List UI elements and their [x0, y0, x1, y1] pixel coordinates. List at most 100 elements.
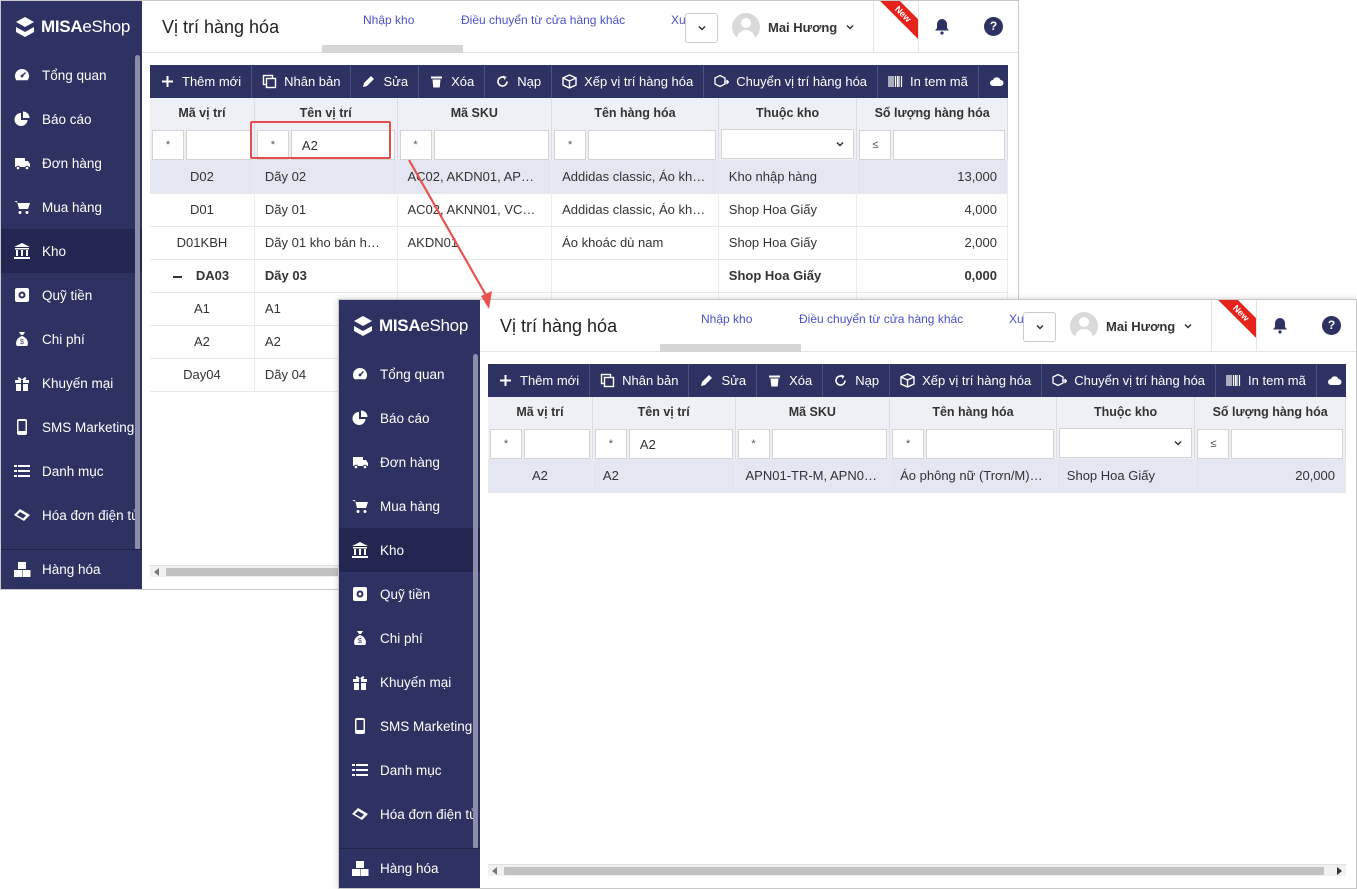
- sidebar-scrollbar[interactable]: [135, 55, 140, 550]
- sidebar-item-5[interactable]: Quỹ tiền: [1, 273, 142, 317]
- user-menu[interactable]: Mai Hương: [732, 13, 855, 41]
- column-header[interactable]: Mã SKU: [735, 397, 891, 427]
- brand-logo[interactable]: MISA eShop: [1, 1, 142, 53]
- toolbar-button-1[interactable]: Nhân bản: [590, 364, 690, 397]
- bell-icon[interactable]: [933, 17, 951, 38]
- toolbar-button-2[interactable]: Sửa: [689, 364, 758, 397]
- sidebar-item-10[interactable]: Hóa đơn điện tử: [339, 792, 480, 836]
- more-tabs-dropdown[interactable]: [1023, 312, 1056, 342]
- toolbar-button-1[interactable]: Nhân bản: [252, 65, 352, 98]
- table-row[interactable]: D01KBH Dãy 01 kho bán hàng AKDN01 Áo kho…: [150, 226, 1008, 260]
- sidebar-scrollbar[interactable]: [473, 354, 478, 849]
- cell-ten-link[interactable]: Dãy 03: [254, 259, 398, 293]
- sidebar-item-1[interactable]: Báo cáo: [1, 97, 142, 141]
- sidebar-item-8[interactable]: SMS Marketing: [339, 704, 480, 748]
- sidebar-item-2[interactable]: Đơn hàng: [1, 141, 142, 185]
- sidebar-item-9[interactable]: Danh mục: [1, 449, 142, 493]
- sidebar-item-6[interactable]: $ Chi phí: [339, 616, 480, 660]
- filter-operator[interactable]: *: [594, 429, 627, 459]
- toolbar-button-6[interactable]: Chuyển vị trí hàng hóa: [1042, 364, 1217, 397]
- bell-icon[interactable]: [1271, 316, 1289, 337]
- filter-input-sku[interactable]: [771, 429, 888, 459]
- filter-operator[interactable]: ≤: [859, 130, 892, 160]
- sidebar-item-hang-hoa[interactable]: Hàng hóa: [1, 549, 142, 589]
- brand-logo[interactable]: MISA eShop: [339, 300, 480, 352]
- toolbar-button-2[interactable]: Sửa: [351, 65, 420, 98]
- new-feature-button[interactable]: New: [1211, 300, 1257, 352]
- toolbar-button-7[interactable]: In tem mã: [878, 65, 979, 98]
- toolbar-button-3[interactable]: Xóa: [757, 364, 824, 397]
- sidebar-item-7[interactable]: Khuyến mại: [1, 361, 142, 405]
- cell-ma[interactable]: A1: [150, 292, 255, 326]
- sidebar-item-1[interactable]: Báo cáo: [339, 396, 480, 440]
- table-row[interactable]: DA03 Dãy 03 Shop Hoa Giấy 0,000: [150, 259, 1008, 293]
- tab-dieu-chuyen[interactable]: Điều chuyển từ cửa hàng khác: [799, 312, 963, 326]
- sidebar-item-5[interactable]: Quỹ tiền: [339, 572, 480, 616]
- filter-input-hang[interactable]: [926, 429, 1054, 459]
- filter-operator[interactable]: *: [554, 130, 587, 160]
- tab-nhap-kho[interactable]: Nhập kho: [701, 312, 752, 326]
- sidebar-item-0[interactable]: Tổng quan: [339, 352, 480, 396]
- toolbar-button-3[interactable]: Xóa: [419, 65, 486, 98]
- cell-ten-link[interactable]: A2: [592, 459, 736, 493]
- toolbar-button-5[interactable]: Xếp vị trí hàng hóa: [890, 364, 1043, 397]
- column-header[interactable]: Số lượng hàng hóa: [856, 98, 1008, 128]
- sidebar-item-4[interactable]: Kho: [339, 528, 480, 572]
- scroll-left-icon[interactable]: [154, 568, 159, 576]
- cell-ten-link[interactable]: Dãy 02: [254, 160, 398, 194]
- filter-select-kho[interactable]: [1058, 428, 1193, 458]
- sidebar-item-10[interactable]: Hóa đơn điện tử: [1, 493, 142, 537]
- filter-operator[interactable]: *: [399, 130, 432, 160]
- help-icon[interactable]: ?: [984, 17, 1003, 36]
- filter-input-ten[interactable]: A2: [628, 429, 733, 459]
- toolbar-button-6[interactable]: Chuyển vị trí hàng hóa: [704, 65, 879, 98]
- sidebar-item-0[interactable]: Tổng quan: [1, 53, 142, 97]
- more-tabs-dropdown[interactable]: [685, 13, 718, 43]
- sidebar-item-7[interactable]: Khuyến mại: [339, 660, 480, 704]
- sidebar-item-hang-hoa[interactable]: Hàng hóa: [339, 848, 480, 888]
- filter-input-sku[interactable]: [433, 130, 550, 160]
- column-header[interactable]: Tên hàng hóa: [551, 98, 719, 128]
- toolbar-button-8[interactable]: [1317, 364, 1346, 397]
- tab-xuat[interactable]: Xu: [1009, 312, 1024, 326]
- filter-input-ma[interactable]: [186, 130, 252, 160]
- cell-ten-link[interactable]: Dãy 01: [254, 193, 398, 227]
- column-header[interactable]: Tên vị trí: [592, 397, 736, 427]
- table-row[interactable]: D01 Dãy 01 AC02, AKNN01, VCB01 Addidas c…: [150, 193, 1008, 227]
- scroll-left-icon[interactable]: [492, 867, 497, 875]
- table-row[interactable]: A2 A2 APN01-TR-M, APN01... Áo phông nữ (…: [488, 459, 1346, 493]
- column-header[interactable]: Mã SKU: [397, 98, 553, 128]
- tab-dieu-chuyen[interactable]: Điều chuyển từ cửa hàng khác: [461, 13, 625, 27]
- new-feature-button[interactable]: New: [873, 1, 919, 53]
- cell-ten-link[interactable]: Dãy 01 kho bán hàng: [254, 226, 398, 260]
- filter-operator[interactable]: *: [490, 429, 522, 459]
- tab-xuat[interactable]: Xu: [671, 13, 686, 27]
- cell-ma[interactable]: D01KBH: [150, 226, 255, 260]
- toolbar-button-5[interactable]: Xếp vị trí hàng hóa: [552, 65, 705, 98]
- column-header[interactable]: Thuộc kho: [1056, 397, 1196, 427]
- sidebar-item-3[interactable]: Mua hàng: [1, 185, 142, 229]
- table-row[interactable]: D02 Dãy 02 AC02, AKDN01, APFS... Addidas…: [150, 160, 1008, 194]
- user-menu[interactable]: Mai Hương: [1070, 312, 1193, 340]
- toolbar-button-4[interactable]: Nạp: [485, 65, 553, 98]
- filter-operator[interactable]: *: [152, 130, 184, 160]
- scroll-right-icon[interactable]: [1337, 867, 1342, 875]
- cell-ma[interactable]: DA03: [150, 259, 255, 293]
- column-header[interactable]: Mã vị trí: [488, 397, 593, 427]
- column-header[interactable]: Mã vị trí: [150, 98, 255, 128]
- toolbar-button-7[interactable]: In tem mã: [1216, 364, 1317, 397]
- sidebar-item-2[interactable]: Đơn hàng: [339, 440, 480, 484]
- collapse-icon[interactable]: [172, 275, 182, 278]
- sidebar-item-9[interactable]: Danh mục: [339, 748, 480, 792]
- filter-input-sl[interactable]: [1231, 429, 1343, 459]
- cell-ma[interactable]: Day04: [150, 358, 255, 392]
- cell-ma[interactable]: A2: [488, 459, 593, 493]
- sidebar-item-3[interactable]: Mua hàng: [339, 484, 480, 528]
- toolbar-button-8[interactable]: [979, 65, 1008, 98]
- sidebar-item-4[interactable]: Kho: [1, 229, 142, 273]
- column-header[interactable]: Thuộc kho: [718, 98, 858, 128]
- sidebar-item-8[interactable]: SMS Marketing: [1, 405, 142, 449]
- toolbar-button-4[interactable]: Nạp: [823, 364, 891, 397]
- column-header[interactable]: Tên hàng hóa: [889, 397, 1057, 427]
- filter-input-ma[interactable]: [524, 429, 590, 459]
